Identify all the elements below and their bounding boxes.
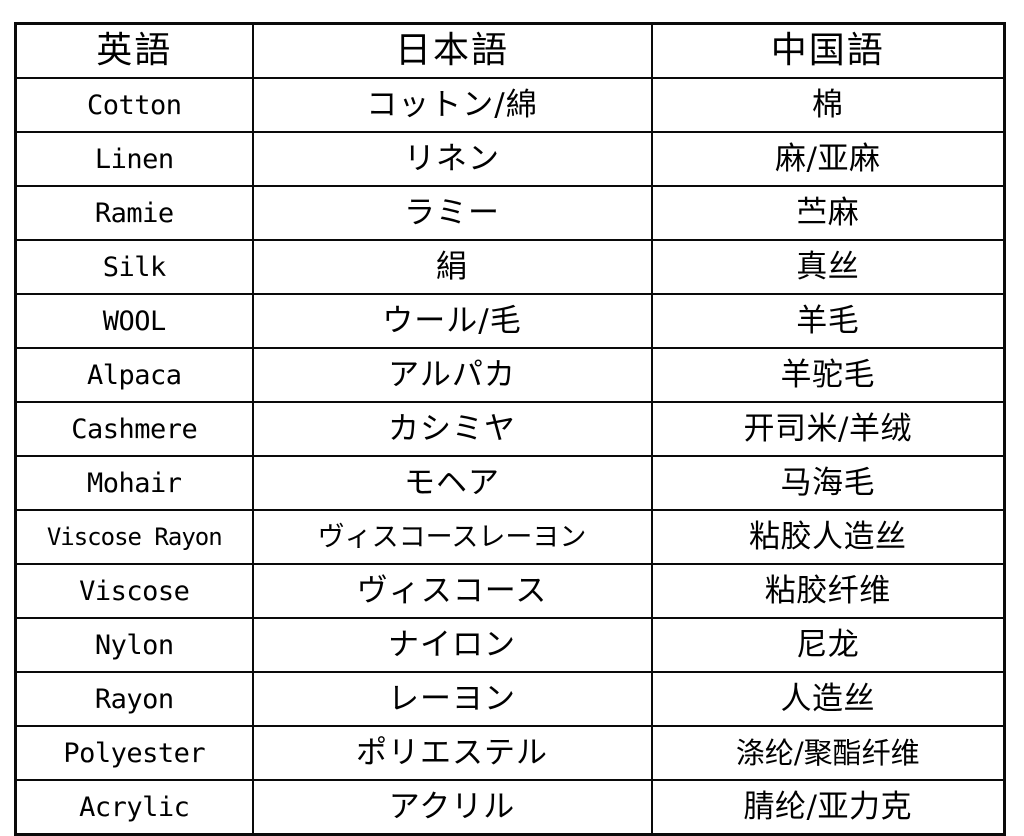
cell-chinese: 尼龙: [650, 617, 1006, 673]
cell-english: Viscose: [14, 563, 254, 619]
cell-english: Mohair: [14, 455, 254, 511]
cell-chinese: 粘胶纤维: [650, 563, 1006, 619]
table-row: WOOL ウール/毛 羊毛: [14, 293, 1006, 349]
cell-chinese: 马海毛: [650, 455, 1006, 511]
column-header-japanese: 日本語: [251, 22, 653, 79]
cell-chinese: 棉: [650, 77, 1006, 133]
cell-chinese: 人造丝: [650, 671, 1006, 727]
cell-english: Cashmere: [14, 401, 254, 457]
table-header: 英語 日本語 中国語: [14, 22, 1006, 79]
cell-chinese: 涤纶/聚酯纤维: [650, 725, 1006, 781]
cell-japanese: リネン: [251, 131, 653, 187]
cell-japanese: ポリエステル: [251, 725, 653, 781]
cell-english: Acrylic: [14, 779, 254, 836]
table-row: Polyester ポリエステル 涤纶/聚酯纤维: [14, 725, 1006, 781]
cell-japanese: ナイロン: [251, 617, 653, 673]
cell-english: Nylon: [14, 617, 254, 673]
cell-english: Viscose Rayon: [14, 509, 254, 565]
table-row: Cashmere カシミヤ 开司米/羊绒: [14, 401, 1006, 457]
cell-japanese: ヴィスコース: [251, 563, 653, 619]
cell-chinese: 羊毛: [650, 293, 1006, 349]
cell-english: WOOL: [14, 293, 254, 349]
cell-japanese: カシミヤ: [251, 401, 653, 457]
cell-japanese: ヴィスコースレーヨン: [251, 509, 653, 565]
cell-chinese: 麻/亚麻: [650, 131, 1006, 187]
table-row: Rayon レーヨン 人造丝: [14, 671, 1006, 727]
cell-japanese: レーヨン: [251, 671, 653, 727]
cell-english: Alpaca: [14, 347, 254, 403]
table-row: Acrylic アクリル 腈纶/亚力克: [14, 779, 1006, 836]
table-row: Mohair モヘア 马海毛: [14, 455, 1006, 511]
cell-chinese: 苎麻: [650, 185, 1006, 241]
table-row: Nylon ナイロン 尼龙: [14, 617, 1006, 673]
cell-english: Silk: [14, 239, 254, 295]
cell-english: Rayon: [14, 671, 254, 727]
table-row: Silk 絹真丝: [14, 239, 1006, 295]
cell-english: Cotton: [14, 77, 254, 133]
document-page: 英語 日本語 中国語 Cotton コットン/綿棉 Linen リネン 麻/亚麻 Rami…: [0, 0, 1024, 836]
cell-chinese: 羊驼毛: [650, 347, 1006, 403]
cell-chinese: 开司米/羊绒: [650, 401, 1006, 457]
table-header-row: 英語 日本語 中国語: [14, 22, 1006, 79]
cell-english: Linen: [14, 131, 254, 187]
cell-japanese: モヘア: [251, 455, 653, 511]
cell-japanese: ウール/毛: [251, 293, 653, 349]
cell-japanese: アクリル: [251, 779, 653, 836]
cell-japanese: コットン/綿: [251, 77, 653, 133]
cell-chinese: 真丝: [650, 239, 1006, 295]
table-body: Cotton コットン/綿棉 Linen リネン 麻/亚麻 Ramie ラミー 苎麻 Silk 絹…: [14, 77, 1006, 836]
column-header-chinese: 中国語: [650, 22, 1006, 79]
cell-english: Ramie: [14, 185, 254, 241]
cell-english: Polyester: [14, 725, 254, 781]
table-row: Viscose Rayon ヴィスコースレーヨン 粘胶人造丝: [14, 509, 1006, 565]
cell-chinese: 粘胶人造丝: [650, 509, 1006, 565]
table-row: Cotton コットン/綿棉: [14, 77, 1006, 133]
table-row: Linen リネン 麻/亚麻: [14, 131, 1006, 187]
cell-japanese: 絹: [251, 239, 653, 295]
cell-japanese: ラミー: [251, 185, 653, 241]
table-row: Viscose ヴィスコース 粘胶纤维: [14, 563, 1006, 619]
table-row: Ramie ラミー 苎麻: [14, 185, 1006, 241]
cell-japanese: アルパカ: [251, 347, 653, 403]
fiber-terminology-table: 英語 日本語 中国語 Cotton コットン/綿棉 Linen リネン 麻/亚麻 Rami…: [14, 22, 1006, 836]
table-row: Alpaca アルパカ 羊驼毛: [14, 347, 1006, 403]
column-header-english: 英語: [14, 22, 254, 79]
cell-chinese: 腈纶/亚力克: [650, 779, 1006, 836]
